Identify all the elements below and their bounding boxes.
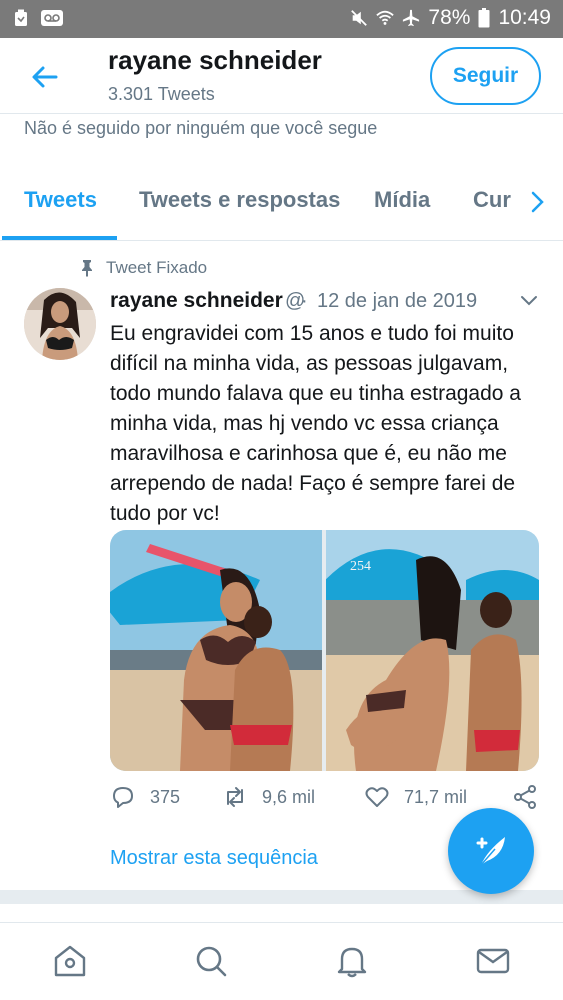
tweet-count: 3.301 Tweets: [108, 84, 215, 104]
show-thread-link[interactable]: Mostrar esta sequência: [110, 847, 318, 870]
like-action[interactable]: 71,7 mil: [364, 784, 467, 810]
home-icon[interactable]: [52, 943, 88, 979]
avatar-image: [24, 288, 96, 360]
back-arrow-icon[interactable]: [28, 60, 62, 94]
tweet-author-name[interactable]: rayane schneider: [110, 289, 283, 313]
notifications-icon[interactable]: [334, 943, 370, 979]
battery-percent: 78%: [428, 6, 471, 29]
profile-tabs: Tweets Tweets e respostas Mídia Cur: [0, 165, 563, 241]
follow-button[interactable]: Seguir: [430, 47, 541, 105]
followers-you-know-text: Não é seguido por ninguém que você segue: [24, 118, 378, 138]
battery-icon: [478, 8, 490, 28]
tweet-photo-1[interactable]: [110, 530, 322, 771]
bottom-navigation: [0, 922, 563, 1000]
reply-icon: [113, 787, 133, 808]
tweet-date[interactable]: 12 de jan de 2019: [317, 290, 477, 313]
tab-media[interactable]: Mídia: [374, 187, 430, 213]
reply-action[interactable]: 375: [110, 784, 180, 810]
chevron-right-icon[interactable]: [523, 187, 553, 217]
tab-likes[interactable]: Cur: [473, 187, 511, 213]
search-icon[interactable]: [193, 943, 229, 979]
active-tab-indicator: [2, 236, 117, 240]
tab-tweets-and-replies[interactable]: Tweets e respostas: [139, 187, 340, 213]
clock: 10:49: [498, 6, 551, 29]
tweet-media[interactable]: 254: [110, 530, 539, 771]
compose-feather-icon: [476, 837, 505, 866]
tweet-photo-2[interactable]: 254: [326, 530, 539, 771]
retweet-action[interactable]: 9,6 mil: [222, 784, 315, 810]
chevron-down-icon[interactable]: [518, 290, 540, 310]
tweet-text: Eu engravidei com 15 anos e tudo foi mui…: [110, 322, 521, 525]
messages-icon[interactable]: [475, 943, 511, 979]
page-title: rayane schneider: [108, 45, 322, 75]
retweet-icon: [227, 787, 243, 807]
pin-icon: [82, 260, 92, 277]
umbrella-number: 254: [350, 559, 371, 574]
pinned-label: Tweet Fixado: [78, 258, 207, 278]
cleaner-icon: [15, 9, 27, 26]
compose-tweet-button[interactable]: [448, 808, 534, 894]
share-action[interactable]: [512, 784, 538, 810]
heart-icon: [365, 787, 389, 807]
reply-count: 375: [150, 786, 181, 807]
pinned-text: Tweet Fixado: [106, 258, 208, 277]
mute-icon: [351, 10, 368, 26]
retweet-count: 9,6 mil: [262, 786, 316, 807]
tweet-separator: ·: [301, 290, 308, 312]
like-count: 71,7 mil: [404, 786, 468, 807]
airplane-icon: [403, 9, 420, 27]
avatar[interactable]: [24, 288, 96, 360]
share-icon: [514, 785, 536, 809]
tab-tweets[interactable]: Tweets: [24, 187, 97, 213]
profile-header: rayane schneider 3.301 Tweets Seguir: [0, 38, 563, 114]
status-bar: 78% 10:49: [0, 0, 563, 38]
voicemail-icon: [41, 10, 63, 26]
wifi-icon: [376, 10, 395, 25]
